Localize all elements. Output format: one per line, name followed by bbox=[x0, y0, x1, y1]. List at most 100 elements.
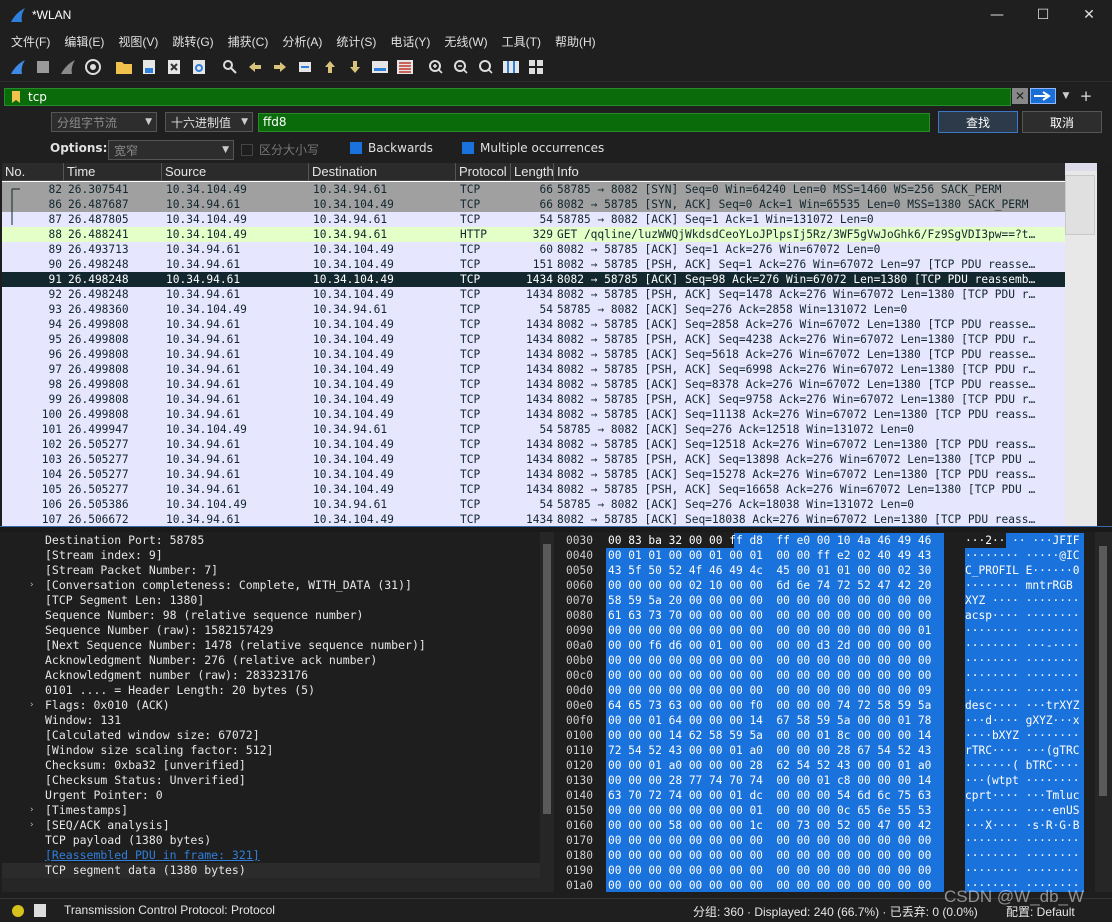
detail-row[interactable]: › [Timestamps] bbox=[2, 803, 540, 818]
last-packet-icon[interactable] bbox=[343, 55, 367, 79]
first-packet-icon[interactable] bbox=[318, 55, 342, 79]
hex-row[interactable]: 00c0 00 00 00 00 00 00 00 00 00 00 00 00 … bbox=[562, 668, 1095, 683]
expand-all-icon[interactable] bbox=[524, 55, 548, 79]
menu-telephony[interactable]: 电话(Y) bbox=[383, 33, 437, 50]
scrollbar-thumb[interactable] bbox=[1065, 175, 1095, 235]
go-back-icon[interactable] bbox=[243, 55, 267, 79]
close-button[interactable]: ✕ bbox=[1066, 0, 1112, 30]
stop-capture-icon[interactable] bbox=[31, 55, 55, 79]
menu-analyze[interactable]: 分析(A) bbox=[275, 33, 329, 50]
cancel-button[interactable]: 取消 bbox=[1022, 111, 1102, 133]
close-file-icon[interactable] bbox=[162, 55, 186, 79]
packet-row[interactable]: 101 26.499947 10.34.104.49 10.34.94.61 TCP 54… bbox=[2, 422, 1065, 437]
case-sensitive-checkbox[interactable] bbox=[241, 143, 253, 156]
packet-row[interactable]: 90 26.498248 10.34.94.61 10.34.104.49 TCP 151… bbox=[2, 257, 1065, 272]
detail-row[interactable]: Destination Port: 58785 bbox=[2, 533, 540, 548]
zoom-out-icon[interactable] bbox=[449, 55, 473, 79]
expand-arrow-icon[interactable]: › bbox=[29, 818, 34, 833]
column-header-time[interactable]: Time bbox=[64, 163, 162, 181]
packet-row[interactable]: 105 26.505277 10.34.94.61 10.34.104.49 TCP 14… bbox=[2, 482, 1065, 497]
packet-bytes-pane[interactable]: 0030 00 83 ba 32 00 00 ff d8 ff e0 00 10 … bbox=[562, 532, 1095, 892]
hex-row[interactable]: 0180 00 00 00 00 00 00 00 00 00 00 00 00 … bbox=[562, 848, 1095, 863]
menu-file[interactable]: 文件(F) bbox=[4, 33, 57, 50]
backwards-checkbox[interactable] bbox=[350, 142, 362, 154]
menu-edit[interactable]: 编辑(E) bbox=[57, 33, 111, 50]
detail-row[interactable]: › [Conversation completeness: Complete, W… bbox=[2, 578, 540, 593]
detail-row[interactable]: [Reassembled PDU in frame: 321] bbox=[2, 848, 540, 863]
detail-row[interactable]: [Stream index: 9] bbox=[2, 548, 540, 563]
multiple-occurrences-option[interactable]: Multiple occurrences bbox=[462, 141, 604, 155]
detail-row[interactable]: [TCP Segment Len: 1380] bbox=[2, 593, 540, 608]
packet-row[interactable]: 104 26.505277 10.34.94.61 10.34.104.49 TCP 14… bbox=[2, 467, 1065, 482]
hex-row[interactable]: 00d0 00 00 00 00 00 00 00 00 00 00 00 00 … bbox=[562, 683, 1095, 698]
detail-row[interactable]: › Flags: 0x010 (ACK) bbox=[2, 698, 540, 713]
find-value-input[interactable]: ffd8 bbox=[258, 113, 930, 132]
menu-go[interactable]: 跳转(G) bbox=[165, 33, 220, 50]
hex-row[interactable]: 0030 00 83 ba 32 00 00 ff d8 ff e0 00 10 … bbox=[562, 533, 1095, 548]
packet-row[interactable]: 100 26.499808 10.34.94.61 10.34.104.49 TCP 14… bbox=[2, 407, 1065, 422]
case-sensitive-option[interactable]: 区分大小写 bbox=[241, 141, 319, 158]
find-packet-icon[interactable] bbox=[218, 55, 242, 79]
packet-row[interactable]: 97 26.499808 10.34.94.61 10.34.104.49 TCP 143… bbox=[2, 362, 1065, 377]
multiple-occurrences-checkbox[interactable] bbox=[462, 142, 474, 154]
display-filter-input[interactable]: tcp bbox=[4, 88, 1011, 106]
minimize-button[interactable]: — bbox=[974, 0, 1020, 30]
filter-history-chevron-icon[interactable]: ▼ bbox=[1060, 88, 1072, 104]
column-header-protocol[interactable]: Protocol bbox=[456, 163, 511, 181]
packet-row[interactable]: 106 26.505386 10.34.104.49 10.34.94.61 TCP 54… bbox=[2, 497, 1065, 512]
packet-row[interactable]: 86 26.487687 10.34.94.61 10.34.104.49 TCP 66 8… bbox=[2, 197, 1065, 212]
menu-capture[interactable]: 捕获(C) bbox=[221, 33, 276, 50]
capture-options-icon[interactable] bbox=[81, 55, 105, 79]
detail-row[interactable]: 0101 .... = Header Length: 20 bytes (5) bbox=[2, 683, 540, 698]
packet-row[interactable]: 95 26.499808 10.34.94.61 10.34.104.49 TCP 143… bbox=[2, 332, 1065, 347]
hex-row[interactable]: 0150 00 00 00 00 00 00 00 01 00 00 00 0c … bbox=[562, 803, 1095, 818]
detail-row[interactable]: Sequence Number: 98 (relative sequence n… bbox=[2, 608, 540, 623]
go-forward-icon[interactable] bbox=[268, 55, 292, 79]
hex-row[interactable]: 0080 61 63 73 70 00 00 00 00 00 00 00 00 … bbox=[562, 608, 1095, 623]
menu-wireless[interactable]: 无线(W) bbox=[437, 33, 494, 50]
packet-details-tree[interactable]: Destination Port: 58785 [Stream index: 9]… bbox=[2, 532, 540, 878]
packet-row[interactable]: 103 26.505277 10.34.94.61 10.34.104.49 TCP 14… bbox=[2, 452, 1065, 467]
packet-row[interactable]: 91 26.498248 10.34.94.61 10.34.104.49 TCP 143… bbox=[2, 272, 1065, 287]
save-file-icon[interactable] bbox=[137, 55, 161, 79]
detail-row[interactable]: Acknowledgment number (raw): 283323176 bbox=[2, 668, 540, 683]
apply-filter-icon[interactable] bbox=[1030, 88, 1056, 104]
resize-columns-icon[interactable] bbox=[499, 55, 523, 79]
menu-tools[interactable]: 工具(T) bbox=[495, 33, 548, 50]
add-filter-button-icon[interactable]: + bbox=[1078, 86, 1094, 106]
detail-row[interactable]: [Stream Packet Number: 7] bbox=[2, 563, 540, 578]
packet-row[interactable]: 89 26.493713 10.34.94.61 10.34.104.49 TCP 60 8… bbox=[2, 242, 1065, 257]
detail-row[interactable]: Acknowledgment Number: 276 (relative ack… bbox=[2, 653, 540, 668]
search-scope-select[interactable]: 分组字节流 ▼ bbox=[51, 112, 157, 132]
packet-row[interactable]: 93 26.498360 10.34.104.49 10.34.94.61 TCP 54 5… bbox=[2, 302, 1065, 317]
packet-row[interactable]: 82 26.307541 10.34.104.49 10.34.94.61 TCP 66 5… bbox=[2, 182, 1065, 197]
reload-file-icon[interactable] bbox=[187, 55, 211, 79]
hex-row[interactable]: 0130 00 00 00 28 77 74 70 74 00 00 01 c8 … bbox=[562, 773, 1095, 788]
hex-row[interactable]: 0170 00 00 00 00 00 00 00 00 00 00 00 00 … bbox=[562, 833, 1095, 848]
scrollbar-thumb[interactable] bbox=[1099, 546, 1107, 796]
normal-size-icon[interactable] bbox=[474, 55, 498, 79]
hex-row[interactable]: 00e0 64 65 73 63 00 00 00 f0 00 00 00 74 … bbox=[562, 698, 1095, 713]
search-type-select[interactable]: 十六进制值 ▼ bbox=[165, 112, 253, 132]
hex-row[interactable]: 0120 00 00 01 a0 00 00 00 28 62 54 52 43 … bbox=[562, 758, 1095, 773]
expand-arrow-icon[interactable]: › bbox=[29, 578, 34, 593]
hex-row[interactable]: 0060 00 00 00 00 02 10 00 00 6d 6e 74 72 … bbox=[562, 578, 1095, 593]
detail-row[interactable]: TCP segment data (1380 bytes) bbox=[2, 863, 540, 878]
detail-row[interactable]: [Calculated window size: 67072] bbox=[2, 728, 540, 743]
hex-row[interactable]: 0110 72 54 52 43 00 00 01 a0 00 00 00 28 … bbox=[562, 743, 1095, 758]
start-capture-icon[interactable] bbox=[6, 55, 30, 79]
packet-row[interactable]: 98 26.499808 10.34.94.61 10.34.104.49 TCP 143… bbox=[2, 377, 1065, 392]
packet-row[interactable]: 88 26.488241 10.34.104.49 10.34.94.61 HTTP 32… bbox=[2, 227, 1065, 242]
packet-row[interactable]: 107 26.506672 10.34.94.61 10.34.104.49 TCP 14… bbox=[2, 512, 1065, 526]
detail-row[interactable]: TCP payload (1380 bytes) bbox=[2, 833, 540, 848]
charset-select[interactable]: 宽窄 ▼ bbox=[108, 140, 234, 160]
detail-row[interactable]: Checksum: 0xba32 [unverified] bbox=[2, 758, 540, 773]
hex-row[interactable]: 0090 00 00 00 00 00 00 00 00 00 00 00 00 … bbox=[562, 623, 1095, 638]
packet-row[interactable]: 87 26.487805 10.34.104.49 10.34.94.61 TCP 54 5… bbox=[2, 212, 1065, 227]
zoom-in-icon[interactable] bbox=[424, 55, 448, 79]
hex-row[interactable]: 00b0 00 00 00 00 00 00 00 00 00 00 00 00 … bbox=[562, 653, 1095, 668]
detail-row[interactable]: Sequence Number (raw): 1582157429 bbox=[2, 623, 540, 638]
detail-row[interactable]: [Next Sequence Number: 1478 (relative se… bbox=[2, 638, 540, 653]
expert-info-icon[interactable] bbox=[12, 905, 24, 917]
hex-row[interactable]: 00f0 00 00 01 64 00 00 00 14 67 58 59 5a … bbox=[562, 713, 1095, 728]
